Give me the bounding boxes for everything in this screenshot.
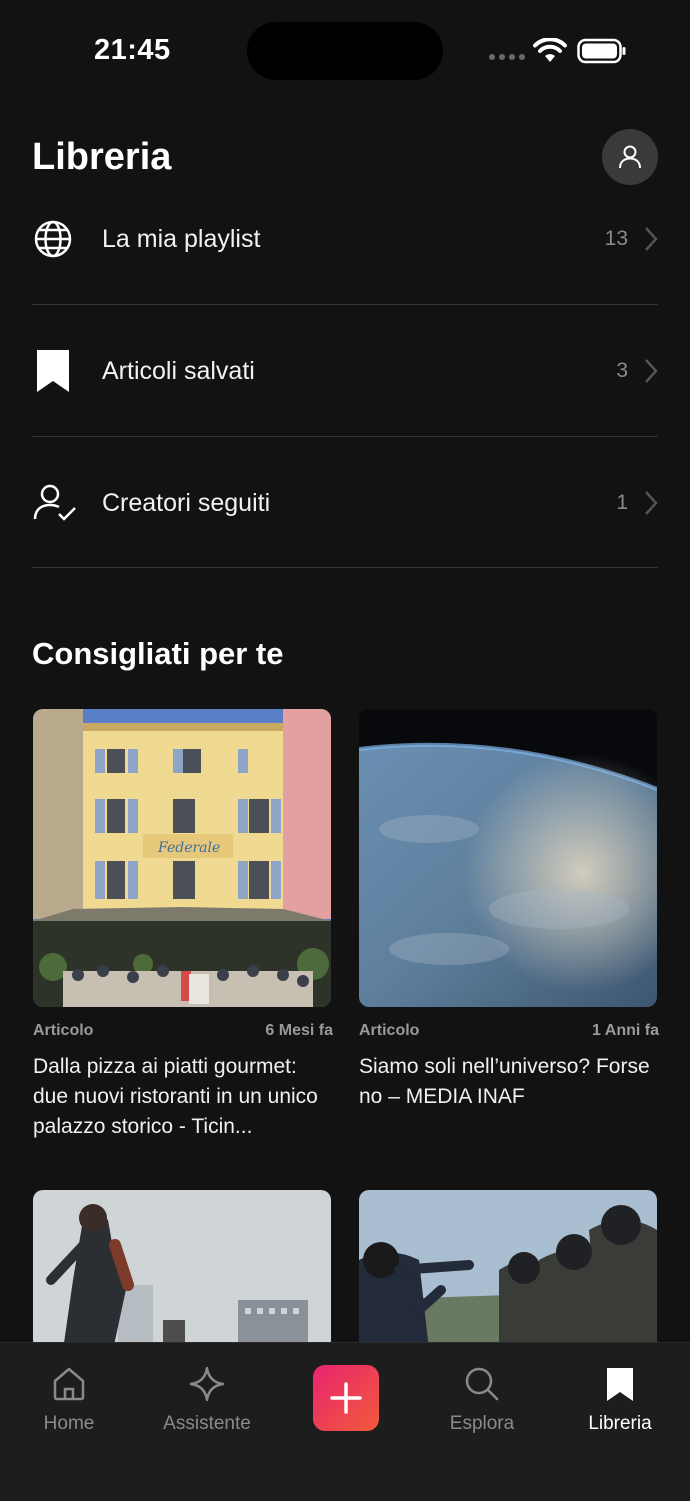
library-item-label: Creatori seguiti [102, 488, 271, 517]
library-item-followed-creators[interactable]: Creatori seguiti 1 [32, 437, 658, 569]
article-title: Siamo soli nell’universo? Forse no – MED… [359, 1055, 650, 1108]
tab-libreria[interactable]: Libreria [560, 1365, 680, 1435]
divider [32, 567, 658, 568]
article-age: 1 Anni fa [592, 1022, 659, 1039]
article-card[interactable] [33, 1190, 333, 1350]
svg-text:Federale: Federale [157, 840, 220, 856]
tab-home[interactable]: Home [9, 1365, 129, 1435]
article-thumbnail [359, 1190, 657, 1350]
article-age: 6 Mesi fa [265, 1022, 333, 1039]
globe-icon [32, 218, 82, 260]
library-item-playlist[interactable]: La mia playlist 13 [32, 173, 658, 305]
article-title: Dalla pizza ai piatti gourmet: due nuovi… [33, 1055, 318, 1138]
article-card[interactable]: Federale Articolo 6 Mesi fa Dalla pizza … [33, 709, 333, 1142]
battery-icon [577, 38, 626, 64]
chevron-right-icon [645, 359, 658, 383]
tab-label: Home [43, 1413, 95, 1434]
article-thumbnail [33, 1190, 331, 1350]
article-type: Articolo [359, 1022, 420, 1039]
create-button[interactable] [313, 1365, 379, 1431]
tab-label: Esplora [449, 1413, 515, 1434]
bookmark-icon [607, 1368, 633, 1401]
article-type: Articolo [33, 1022, 94, 1039]
tab-esplora[interactable]: Esplora [422, 1365, 542, 1435]
tab-label: Libreria [588, 1413, 652, 1434]
library-item-label: Articoli salvati [102, 356, 255, 385]
section-title: Consigliati per te [32, 636, 284, 671]
wifi-icon [533, 38, 567, 62]
user-icon [619, 145, 641, 169]
sparkle-icon [189, 1366, 225, 1402]
status-bar: 21:45 [0, 0, 690, 100]
library-item-count: 1 [616, 491, 628, 514]
article-card[interactable] [359, 1190, 659, 1350]
status-time: 21:45 [94, 34, 171, 66]
article-thumbnail: Federale [33, 709, 331, 1007]
library-item-saved-articles[interactable]: Articoli salvati 3 [32, 305, 658, 437]
bookmark-icon [32, 348, 82, 394]
chevron-right-icon [645, 227, 658, 251]
search-icon [465, 1367, 499, 1401]
library-item-count: 13 [604, 227, 628, 250]
cellular-signal-icon [489, 54, 525, 60]
tab-bar: Home Assistente Esplora Libreria [0, 1342, 690, 1501]
dynamic-island [247, 22, 443, 80]
article-thumbnail [359, 709, 657, 1007]
home-icon [53, 1367, 85, 1401]
chevron-right-icon [645, 491, 658, 515]
library-item-label: La mia playlist [102, 224, 261, 253]
user-check-icon [32, 483, 82, 523]
tab-label: Assistente [163, 1413, 251, 1434]
article-card[interactable]: Articolo 1 Anni fa Siamo soli nell’unive… [359, 709, 659, 1112]
plus-icon [330, 1382, 362, 1414]
tab-assistente[interactable]: Assistente [147, 1365, 267, 1435]
library-item-count: 3 [616, 359, 628, 382]
